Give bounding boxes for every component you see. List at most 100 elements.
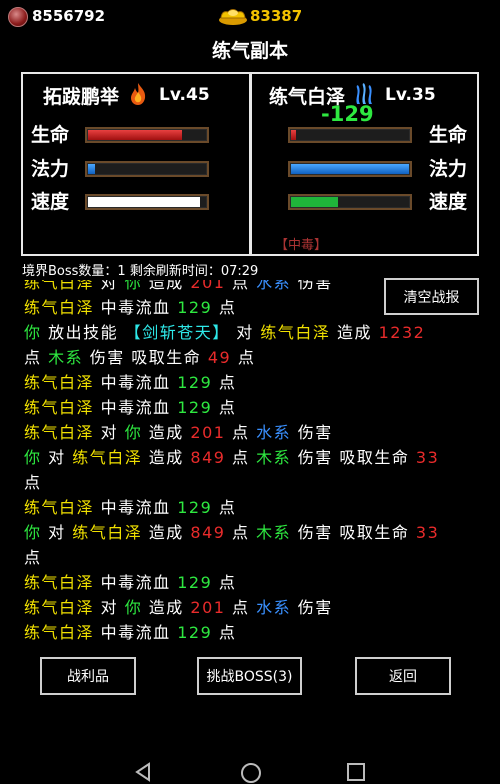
log-segment: 201 xyxy=(190,598,226,617)
log-segment: 129 xyxy=(177,573,213,592)
log-segment: 点 xyxy=(212,498,237,517)
enemy-speed-bar xyxy=(288,194,412,210)
log-segment: 木系 xyxy=(256,523,292,542)
log-line: 你 对 练气白泽 造成 849 点 木系 伤害 吸取生命 33 xyxy=(24,445,484,470)
log-line: 点 木系 伤害 吸取生命 49 点 xyxy=(24,345,484,370)
log-segment: 【剑斩苍天】 xyxy=(124,323,230,342)
log-segment: 你 xyxy=(24,523,42,542)
player-speed-fill xyxy=(88,197,200,207)
battle-log[interactable]: 练气白泽 对 你 造成 201 点 水系 伤害 练气白泽 中毒流血 129 点你 … xyxy=(24,280,484,652)
log-segment: 水系 xyxy=(256,423,292,442)
nav-back-icon[interactable] xyxy=(133,762,153,782)
challenge-boss-button[interactable]: 挑战BOSS(3) xyxy=(197,657,302,695)
log-segment: 伤害 吸取生命 xyxy=(291,448,416,467)
battle-log-lines: 练气白泽 对 你 造成 201 点 水系 伤害 练气白泽 中毒流血 129 点你 … xyxy=(24,280,484,645)
gold-count: 83387 xyxy=(250,7,303,25)
log-segment: 中毒流血 xyxy=(94,398,178,417)
clear-log-button[interactable]: 清空战报 xyxy=(384,278,479,315)
log-segment: 造成 xyxy=(142,523,191,542)
log-segment: 练气白泽 xyxy=(72,523,143,542)
log-segment: 造成 xyxy=(330,323,379,342)
log-line: 练气白泽 中毒流血 129 点 xyxy=(24,620,484,645)
player-speed-label: 速度 xyxy=(31,191,70,213)
gem-count: 8556792 xyxy=(32,7,106,25)
log-segment: 练气白泽 xyxy=(24,423,95,442)
damage-popup: -129 xyxy=(321,102,374,126)
battle-panel: 拓跋鹏举 Lv.45 生命 法力 速度 练气白泽 Lv.35 -129 生命 法… xyxy=(21,72,479,256)
page-title: 练气副本 xyxy=(211,40,288,62)
log-segment: 对 xyxy=(94,423,125,442)
log-segment: 点 xyxy=(225,280,257,292)
log-segment: 练气白泽 xyxy=(24,398,95,417)
log-segment: 49 xyxy=(207,348,232,367)
log-segment: 对 xyxy=(94,280,125,292)
nav-home-icon[interactable] xyxy=(240,762,262,784)
log-segment: 201 xyxy=(190,423,226,442)
log-segment: 点 xyxy=(225,423,257,442)
log-segment: 木系 xyxy=(48,348,84,367)
top-bar: 8556792 83387 xyxy=(0,0,500,32)
player-level: Lv.45 xyxy=(159,85,210,105)
enemy-speed-fill xyxy=(291,197,338,207)
log-segment: 伤害 吸取生命 xyxy=(83,348,208,367)
log-segment: 点 xyxy=(231,348,256,367)
log-line: 你 放出技能 【剑斩苍天】 对 练气白泽 造成 1232 xyxy=(24,320,484,345)
player-mp-fill xyxy=(88,164,95,174)
player-speed-bar xyxy=(85,194,209,210)
log-segment: 201 xyxy=(190,280,226,292)
player-mp-bar xyxy=(85,161,209,177)
enemy-hp-bar xyxy=(288,127,412,143)
log-line: 练气白泽 对 你 造成 201 点 水系 伤害 xyxy=(24,420,484,445)
enemy-mp-fill xyxy=(291,164,409,174)
log-segment: 中毒流血 xyxy=(94,573,178,592)
back-button[interactable]: 返回 xyxy=(355,657,451,695)
log-line: 练气白泽 中毒流血 129 点 xyxy=(24,495,484,520)
log-segment: 849 xyxy=(190,448,226,467)
log-segment: 129 xyxy=(177,298,213,317)
log-segment: 点 xyxy=(225,598,257,617)
log-segment: 造成 xyxy=(142,448,191,467)
loot-button[interactable]: 战利品 xyxy=(40,657,136,695)
system-nav-bar xyxy=(0,752,500,784)
log-segment: 129 xyxy=(177,498,213,517)
log-segment: 练气白泽 xyxy=(260,323,331,342)
boss-info: 境界Boss数量：1 剩余刷新时间：07:29 xyxy=(22,264,259,279)
log-segment: 点 xyxy=(212,573,237,592)
log-segment: 129 xyxy=(177,398,213,417)
log-segment: 水系 xyxy=(256,280,292,292)
log-segment: 对 xyxy=(94,598,125,617)
log-segment: 中毒流血 xyxy=(94,623,178,642)
log-line: 练气白泽 中毒流血 129 点 xyxy=(24,570,484,595)
log-line: 点 xyxy=(24,545,484,570)
gold-ingot-icon xyxy=(219,9,247,25)
log-segment: 练气白泽 xyxy=(72,448,143,467)
enemy-hp-fill xyxy=(291,130,296,140)
log-segment: 对 xyxy=(41,448,73,467)
fire-element-icon xyxy=(131,83,146,105)
log-segment: 练气白泽 xyxy=(24,598,95,617)
log-segment: 造成 xyxy=(142,423,191,442)
enemy-mp-label: 法力 xyxy=(429,158,468,180)
log-segment: 你 xyxy=(24,323,42,342)
log-segment: 你 xyxy=(124,598,143,617)
player-hp-label: 生命 xyxy=(31,124,70,146)
log-segment: 你 xyxy=(124,280,143,292)
log-segment: 木系 xyxy=(256,448,292,467)
log-line: 点 xyxy=(24,470,484,495)
log-segment: 练气白泽 xyxy=(24,280,95,292)
log-segment: 849 xyxy=(190,523,226,542)
enemy-speed-label: 速度 xyxy=(429,191,468,213)
log-segment: 点 xyxy=(225,448,257,467)
log-segment: 点 xyxy=(24,548,42,567)
log-line: 练气白泽 对 你 造成 201 点 水系 伤害 xyxy=(24,595,484,620)
log-segment: 中毒流血 xyxy=(94,298,178,317)
log-segment: 你 xyxy=(124,423,143,442)
log-segment: 点 xyxy=(212,623,237,642)
log-segment: 点 xyxy=(24,348,49,367)
log-segment: 33 xyxy=(415,523,440,542)
log-segment: 练气白泽 xyxy=(24,373,95,392)
nav-recents-icon[interactable] xyxy=(346,762,366,782)
log-segment: 33 xyxy=(415,448,440,467)
log-segment: 放出技能 xyxy=(41,323,125,342)
log-segment: 1232 xyxy=(378,323,426,342)
